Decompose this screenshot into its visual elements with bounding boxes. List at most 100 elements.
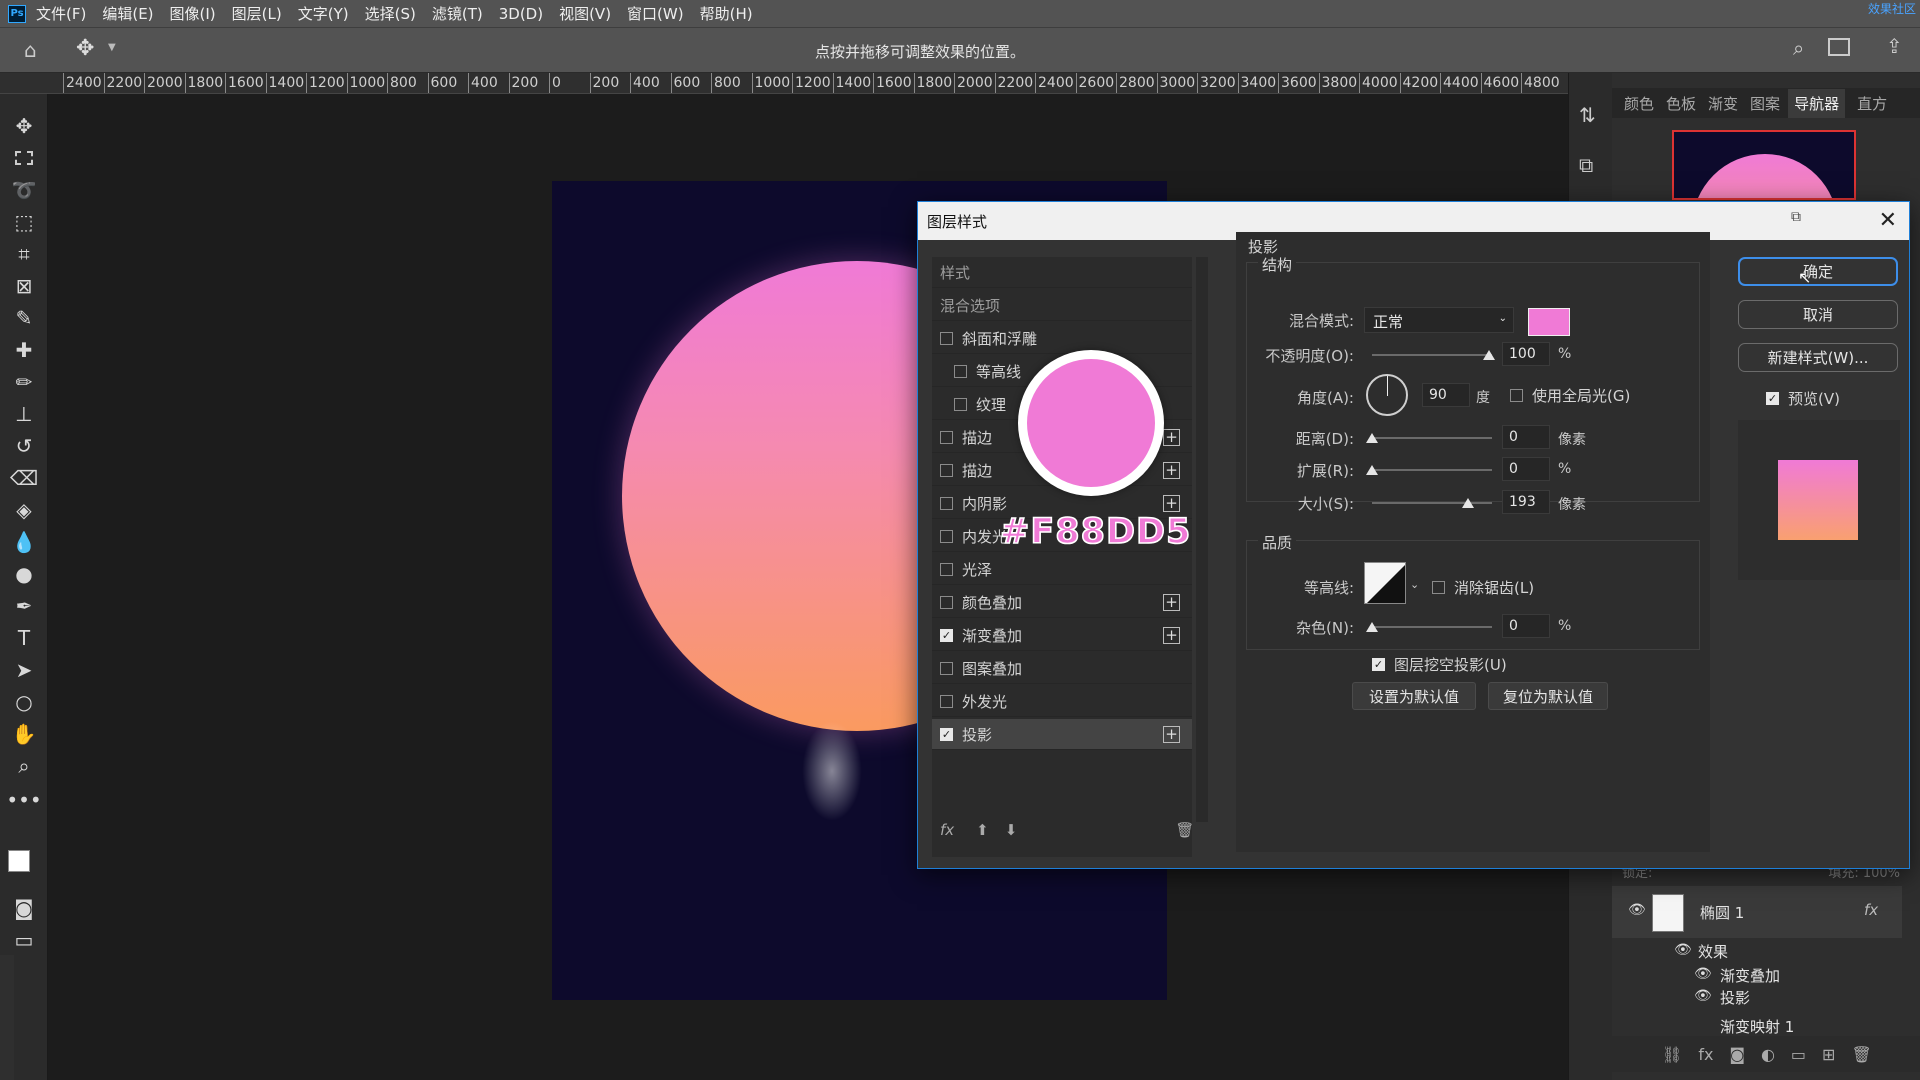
navigator-preview[interactable] (1672, 130, 1856, 200)
style-checkbox[interactable] (940, 595, 953, 609)
noise-slider-handle[interactable] (1366, 622, 1378, 632)
spread-input[interactable]: 0 (1502, 457, 1550, 481)
antialias-toggle[interactable]: 消除锯齿(L) (1432, 577, 1534, 598)
dodge-tool-icon[interactable]: ● (10, 560, 38, 588)
ok-button[interactable]: 确定 (1738, 257, 1898, 286)
move-tool-icon[interactable]: ✥ (10, 112, 38, 140)
add-style-icon[interactable]: + (1163, 593, 1180, 611)
layer-name[interactable]: 渐变映射 1 (1720, 1016, 1794, 1036)
angle-input[interactable]: 90 (1422, 383, 1470, 407)
styles-scrollbar[interactable] (1196, 257, 1208, 822)
frame-tool-icon[interactable]: ⊠ (10, 272, 38, 300)
style-checkbox[interactable] (940, 562, 953, 576)
distance-slider-handle[interactable] (1366, 433, 1378, 443)
tab-histogram[interactable]: 直方 (1857, 93, 1887, 114)
add-style-icon[interactable]: + (1163, 626, 1180, 644)
contour-picker[interactable] (1364, 562, 1406, 604)
menu-select[interactable]: 选择(S) (365, 3, 416, 24)
visibility-eye-icon[interactable]: 👁 (1694, 988, 1712, 1004)
menu-image[interactable]: 图像(I) (170, 3, 216, 24)
type-tool-icon[interactable]: T (10, 624, 38, 652)
fx-icon[interactable]: fx (1698, 1045, 1713, 1064)
style-checkbox[interactable]: ✓ (940, 628, 953, 642)
menu-edit[interactable]: 编辑(E) (102, 3, 153, 24)
distance-slider[interactable] (1372, 437, 1492, 439)
style-checkbox[interactable] (940, 661, 953, 675)
add-style-icon[interactable]: + (1163, 725, 1180, 743)
menu-window[interactable]: 窗口(W) (627, 3, 684, 24)
style-item[interactable]: 光泽 (932, 554, 1192, 585)
fx-icon[interactable]: fx (940, 821, 954, 839)
stamp-tool-icon[interactable]: ⊥ (10, 400, 38, 428)
add-style-icon[interactable]: + (1163, 494, 1180, 512)
reset-default-button[interactable]: 复位为默认值 (1488, 682, 1608, 710)
style-checkbox[interactable] (940, 496, 953, 510)
global-light-checkbox[interactable] (1510, 389, 1523, 402)
layer-name[interactable]: 椭圆 1 (1700, 902, 1744, 923)
effects-row[interactable]: 👁 效果 (1612, 940, 1902, 962)
style-item[interactable]: 图案叠加 (932, 653, 1192, 684)
chevron-down-icon[interactable]: ⌄ (1410, 578, 1419, 591)
opacity-slider-handle[interactable] (1483, 350, 1495, 360)
blend-options-item[interactable]: 混合选项 (932, 290, 1192, 321)
chevron-down-icon[interactable]: ▼ (108, 42, 116, 53)
share-icon[interactable]: ⇪ (1886, 34, 1903, 58)
style-checkbox[interactable] (940, 529, 953, 543)
menu-view[interactable]: 视图(V) (559, 3, 611, 24)
foreground-color-swatch[interactable] (8, 850, 30, 872)
path-select-icon[interactable]: ➤ (10, 656, 38, 684)
adjustment-icon[interactable]: ◐ (1761, 1045, 1775, 1064)
angle-dial[interactable] (1366, 374, 1408, 416)
pen-tool-icon[interactable]: ✒ (10, 592, 38, 620)
history-panel-icon[interactable]: ⇅ (1579, 103, 1596, 127)
style-item[interactable]: ✓ 投影 + (932, 719, 1192, 750)
trash-icon[interactable]: 🗑 (1175, 821, 1194, 839)
noise-input[interactable]: 0 (1502, 614, 1550, 638)
crop-tool-icon[interactable]: ⌗ (10, 240, 38, 268)
blur-tool-icon[interactable]: 💧 (10, 528, 38, 556)
menu-type[interactable]: 文字(Y) (298, 3, 349, 24)
move-up-icon[interactable]: ⬆ (976, 821, 989, 839)
zoom-tool-icon[interactable]: ⌕ (10, 752, 38, 780)
effect-row-drop-shadow[interactable]: 👁 投影 (1612, 986, 1902, 1008)
quick-mask-icon[interactable]: ◙ (10, 894, 38, 922)
style-checkbox[interactable] (940, 430, 953, 444)
tab-gradients[interactable]: 渐变 (1708, 93, 1738, 114)
opacity-slider[interactable] (1372, 354, 1492, 356)
size-slider-handle[interactable] (1462, 498, 1474, 508)
size-slider[interactable] (1372, 502, 1492, 504)
mask-icon[interactable]: ◙ (1729, 1045, 1745, 1064)
preview-checkbox[interactable]: ✓ (1766, 392, 1779, 405)
move-down-icon[interactable]: ⬇ (1005, 821, 1018, 839)
style-checkbox[interactable] (940, 694, 953, 708)
tab-color[interactable]: 颜色 (1624, 93, 1654, 114)
layer-row-gradient-map[interactable]: 渐变映射 1 (1612, 1014, 1902, 1036)
hand-tool-icon[interactable]: ✋ (10, 720, 38, 748)
history-brush-icon[interactable]: ↺ (10, 432, 38, 460)
fx-badge[interactable]: fx (1864, 901, 1878, 919)
styles-header[interactable]: 样式 (932, 257, 1192, 288)
opacity-input[interactable]: 100 (1502, 342, 1550, 366)
tab-patterns[interactable]: 图案 (1750, 93, 1780, 114)
menu-3d[interactable]: 3D(D) (499, 5, 543, 23)
spread-slider[interactable] (1372, 469, 1492, 471)
healing-brush-icon[interactable]: ✚ (10, 336, 38, 364)
trash-icon[interactable]: 🗑 (1851, 1045, 1871, 1064)
home-icon[interactable]: ⌂ (24, 38, 37, 62)
style-checkbox[interactable] (940, 463, 953, 477)
menu-filter[interactable]: 滤镜(T) (432, 3, 483, 24)
object-select-tool-icon[interactable]: ⬚ (10, 208, 38, 236)
tab-navigator[interactable]: 导航器 (1788, 88, 1846, 118)
antialias-checkbox[interactable] (1432, 581, 1445, 594)
3d-panel-icon[interactable]: ⧉ (1579, 153, 1593, 177)
close-icon[interactable]: ✕ (1879, 208, 1897, 233)
eraser-tool-icon[interactable]: ⌫ (10, 464, 38, 492)
style-checkbox[interactable] (940, 331, 953, 345)
more-tools-icon[interactable]: ••• (6, 786, 41, 814)
new-style-button[interactable]: 新建样式(W)... (1738, 343, 1898, 372)
visibility-eye-icon[interactable]: 👁 (1674, 942, 1692, 958)
shadow-color-swatch[interactable] (1528, 308, 1570, 336)
menu-help[interactable]: 帮助(H) (700, 3, 753, 24)
new-layer-icon[interactable]: ⊞ (1822, 1045, 1835, 1064)
style-checkbox[interactable]: ✓ (940, 727, 953, 741)
